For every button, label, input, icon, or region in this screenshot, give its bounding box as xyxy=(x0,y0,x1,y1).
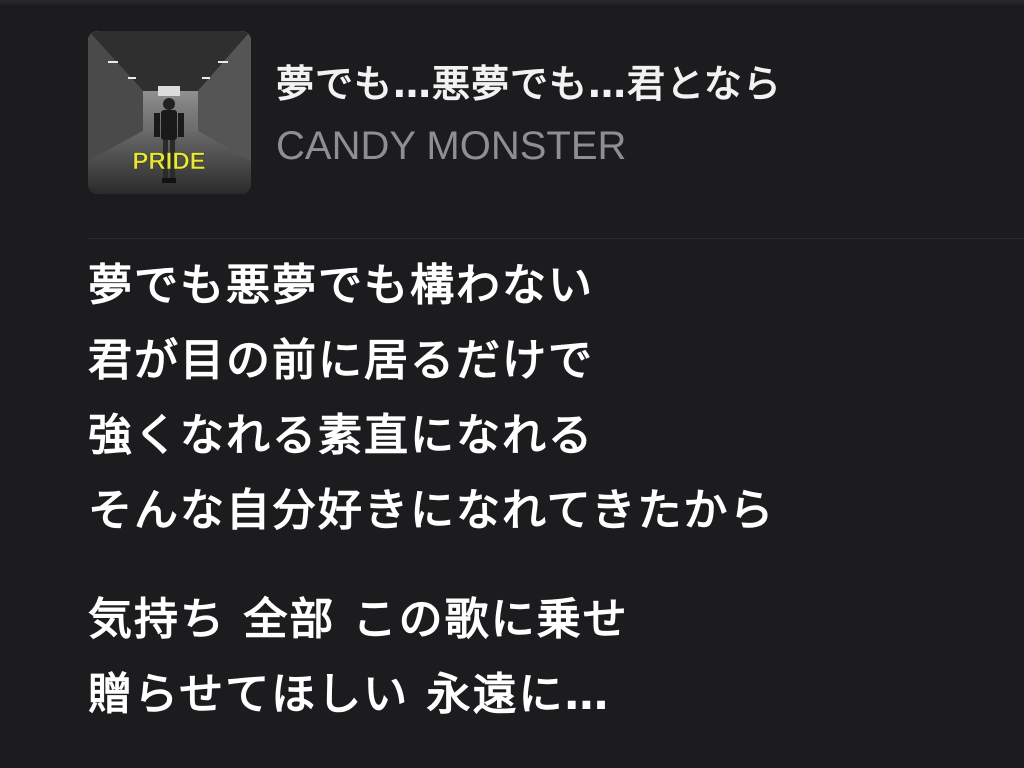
lyrics-view[interactable]: 夢でも悪夢でも構わない 君が目の前に居るだけで 強くなれる素直になれる そんな自… xyxy=(88,248,1008,766)
now-playing-header: PRIDE 夢でも…悪夢でも…君となら CANDY MONSTER xyxy=(88,31,988,195)
lyric-line[interactable]: 気持ち 全部 この歌に乗せ xyxy=(88,582,1008,657)
artwork-text: PRIDE xyxy=(132,148,205,175)
artist-name[interactable]: CANDY MONSTER xyxy=(276,123,626,169)
lyric-line[interactable]: 強くなれる素直になれる xyxy=(88,398,1008,473)
lyrics-stanza: 気持ち 全部 この歌に乗せ 贈らせてほしい 永遠に… xyxy=(88,582,1008,732)
song-title[interactable]: 夢でも…悪夢でも…君となら xyxy=(276,61,782,107)
lyric-line[interactable]: 夢でも悪夢でも構わない xyxy=(88,248,1008,323)
lyric-line[interactable]: 君が目の前に居るだけで xyxy=(88,323,1008,398)
lyrics-stanza: 夢でも悪夢でも構わない 君が目の前に居るだけで 強くなれる素直になれる そんな自… xyxy=(88,248,1008,548)
lyric-line[interactable]: そんな自分好きになれてきたから xyxy=(88,473,1008,548)
top-edge xyxy=(0,0,1024,6)
album-artwork[interactable]: PRIDE xyxy=(88,31,251,194)
header-divider xyxy=(88,238,1024,239)
album-artwork-image: PRIDE xyxy=(88,31,251,194)
lyric-line[interactable]: 贈らせてほしい 永遠に… xyxy=(88,657,1008,732)
